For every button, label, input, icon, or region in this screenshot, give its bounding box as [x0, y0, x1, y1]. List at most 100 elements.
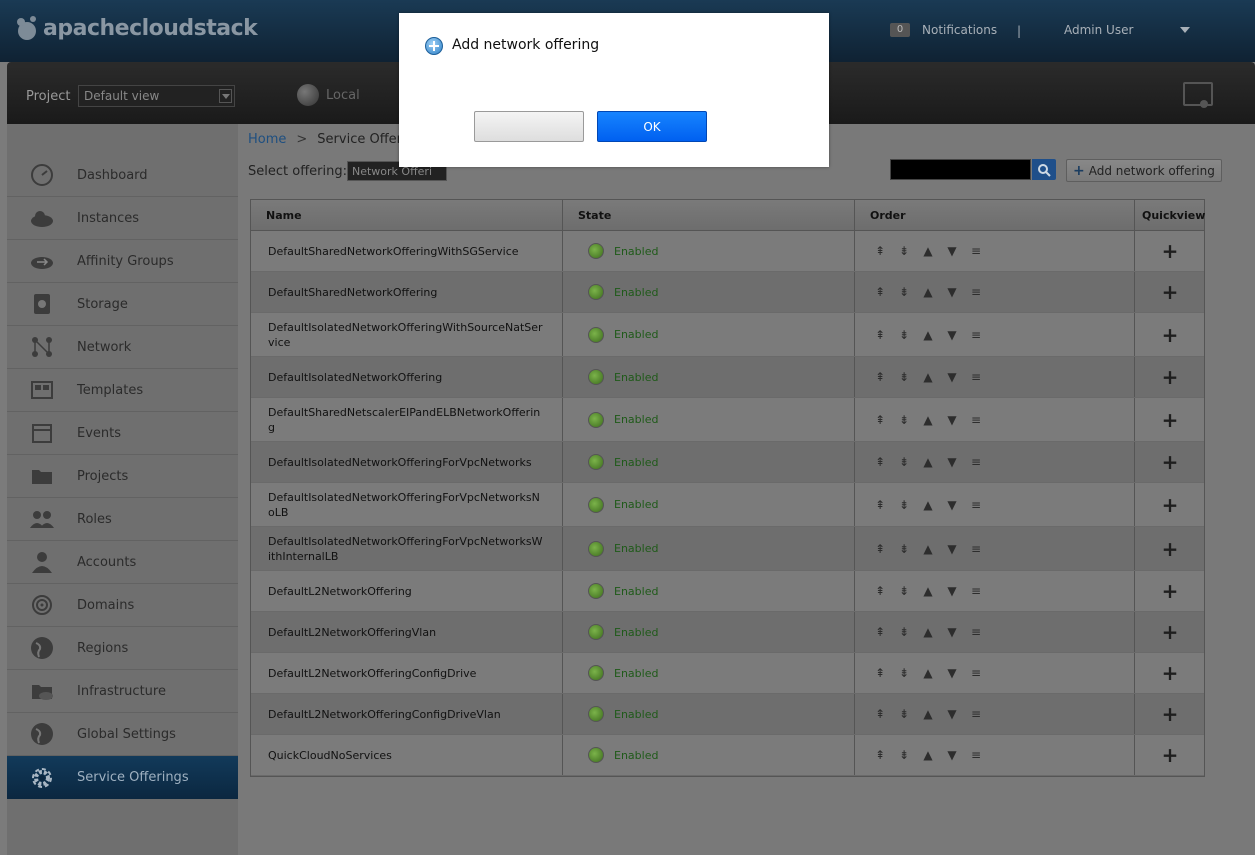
- offering-name[interactable]: DefaultIsolatedNetworkOffering: [251, 357, 563, 397]
- dialog-cancel-button[interactable]: [474, 111, 584, 142]
- offering-name[interactable]: DefaultL2NetworkOfferingConfigDriveVlan: [251, 694, 563, 734]
- sidebar-item-roles[interactable]: Roles: [7, 498, 238, 541]
- table-row[interactable]: DefaultSharedNetscalerEIPandELBNetworkOf…: [251, 398, 1204, 442]
- table-row[interactable]: DefaultL2NetworkOfferingConfigDrive Enabl…: [251, 653, 1204, 694]
- offering-name[interactable]: DefaultL2NetworkOfferingVlan: [251, 612, 563, 652]
- move-bottom-icon[interactable]: ⇟: [896, 455, 912, 469]
- dialog-ok-button[interactable]: OK: [597, 111, 707, 142]
- move-down-icon[interactable]: ▼: [944, 328, 960, 342]
- move-down-icon[interactable]: ▼: [944, 707, 960, 721]
- move-bottom-icon[interactable]: ⇟: [896, 244, 912, 258]
- move-down-icon[interactable]: ▼: [944, 748, 960, 762]
- table-row[interactable]: DefaultL2NetworkOfferingConfigDriveVlan E…: [251, 694, 1204, 735]
- quickview-plus-icon[interactable]: +: [1162, 323, 1179, 347]
- drag-handle-icon[interactable]: ≡: [968, 455, 984, 469]
- drag-handle-icon[interactable]: ≡: [968, 625, 984, 639]
- move-up-icon[interactable]: ▲: [920, 285, 936, 299]
- sidebar-item-instances[interactable]: Instances: [7, 197, 238, 240]
- offering-name[interactable]: DefaultIsolatedNetworkOfferingForVpcNetw…: [251, 483, 563, 526]
- move-down-icon[interactable]: ▼: [944, 455, 960, 469]
- sidebar-item-infrastructure[interactable]: Infrastructure: [7, 670, 238, 713]
- move-bottom-icon[interactable]: ⇟: [896, 625, 912, 639]
- move-top-icon[interactable]: ⇞: [872, 748, 888, 762]
- move-up-icon[interactable]: ▲: [920, 498, 936, 512]
- move-top-icon[interactable]: ⇞: [872, 584, 888, 598]
- move-top-icon[interactable]: ⇞: [872, 244, 888, 258]
- zone-selector[interactable]: Local: [297, 84, 360, 106]
- move-bottom-icon[interactable]: ⇟: [896, 666, 912, 680]
- move-top-icon[interactable]: ⇞: [872, 370, 888, 384]
- table-row[interactable]: QuickCloudNoServices Enabled ⇞ ⇟ ▲ ▼ ≡ +: [251, 735, 1204, 776]
- table-row[interactable]: DefaultL2NetworkOfferingVlan Enabled ⇞ ⇟ ▲ ▼ ≡…: [251, 612, 1204, 653]
- sidebar-item-storage[interactable]: Storage: [7, 283, 238, 326]
- sidebar-item-regions[interactable]: Regions: [7, 627, 238, 670]
- move-top-icon[interactable]: ⇞: [872, 455, 888, 469]
- move-bottom-icon[interactable]: ⇟: [896, 584, 912, 598]
- search-button[interactable]: [1032, 159, 1056, 180]
- offering-name[interactable]: DefaultIsolatedNetworkOfferingForVpcNetw…: [251, 442, 563, 482]
- sidebar-item-service-offerings[interactable]: Service Offerings: [7, 756, 238, 799]
- table-row[interactable]: DefaultIsolatedNetworkOffering Enabled ⇞ ⇟ ▲…: [251, 357, 1204, 398]
- sidebar-item-events[interactable]: Events: [7, 412, 238, 455]
- sidebar-item-projects[interactable]: Projects: [7, 455, 238, 498]
- offering-name[interactable]: DefaultSharedNetworkOffering: [251, 272, 563, 312]
- move-up-icon[interactable]: ▲: [920, 625, 936, 639]
- move-up-icon[interactable]: ▲: [920, 244, 936, 258]
- drag-handle-icon[interactable]: ≡: [968, 707, 984, 721]
- quickview-plus-icon[interactable]: +: [1162, 702, 1179, 726]
- drag-handle-icon[interactable]: ≡: [968, 370, 984, 384]
- breadcrumb-home[interactable]: Home: [248, 132, 286, 147]
- offering-name[interactable]: DefaultL2NetworkOffering: [251, 571, 563, 611]
- drag-handle-icon[interactable]: ≡: [968, 542, 984, 556]
- cloudstack-logo[interactable]: apachecloudstack: [12, 12, 258, 44]
- quickview-plus-icon[interactable]: +: [1162, 450, 1179, 474]
- drag-handle-icon[interactable]: ≡: [968, 413, 984, 427]
- move-down-icon[interactable]: ▼: [944, 244, 960, 258]
- drag-handle-icon[interactable]: ≡: [968, 244, 984, 258]
- sidebar-item-templates[interactable]: Templates: [7, 369, 238, 412]
- quickview-plus-icon[interactable]: +: [1162, 365, 1179, 389]
- table-row[interactable]: DefaultIsolatedNetworkOfferingForVpcNetw…: [251, 442, 1204, 483]
- move-bottom-icon[interactable]: ⇟: [896, 542, 912, 556]
- move-top-icon[interactable]: ⇞: [872, 707, 888, 721]
- move-up-icon[interactable]: ▲: [920, 666, 936, 680]
- move-down-icon[interactable]: ▼: [944, 625, 960, 639]
- table-row[interactable]: DefaultIsolatedNetworkOfferingForVpcNetw…: [251, 527, 1204, 571]
- drag-handle-icon[interactable]: ≡: [968, 328, 984, 342]
- search-input[interactable]: [890, 159, 1031, 180]
- move-down-icon[interactable]: ▼: [944, 542, 960, 556]
- move-top-icon[interactable]: ⇞: [872, 328, 888, 342]
- move-up-icon[interactable]: ▲: [920, 413, 936, 427]
- quickview-plus-icon[interactable]: +: [1162, 408, 1179, 432]
- table-row[interactable]: DefaultSharedNetworkOfferingWithSGServic…: [251, 231, 1204, 272]
- quickview-plus-icon[interactable]: +: [1162, 579, 1179, 603]
- sidebar-item-global-settings[interactable]: Global Settings: [7, 713, 238, 756]
- drag-handle-icon[interactable]: ≡: [968, 285, 984, 299]
- move-bottom-icon[interactable]: ⇟: [896, 328, 912, 342]
- quickview-plus-icon[interactable]: +: [1162, 239, 1179, 263]
- move-top-icon[interactable]: ⇞: [872, 625, 888, 639]
- table-row[interactable]: DefaultSharedNetworkOffering Enabled ⇞ ⇟ ▲ ▼ ≡…: [251, 272, 1204, 313]
- offering-name[interactable]: DefaultSharedNetscalerEIPandELBNetworkOf…: [251, 398, 563, 441]
- move-bottom-icon[interactable]: ⇟: [896, 413, 912, 427]
- offering-name[interactable]: DefaultIsolatedNetworkOfferingForVpcNetw…: [251, 527, 563, 570]
- move-down-icon[interactable]: ▼: [944, 498, 960, 512]
- move-top-icon[interactable]: ⇞: [872, 666, 888, 680]
- move-up-icon[interactable]: ▲: [920, 328, 936, 342]
- move-down-icon[interactable]: ▼: [944, 584, 960, 598]
- sidebar-item-domains[interactable]: Domains: [7, 584, 238, 627]
- project-select[interactable]: Default view: [78, 85, 235, 107]
- move-up-icon[interactable]: ▲: [920, 748, 936, 762]
- move-up-icon[interactable]: ▲: [920, 542, 936, 556]
- quickview-plus-icon[interactable]: +: [1162, 280, 1179, 304]
- offering-name[interactable]: DefaultSharedNetworkOfferingWithSGServic…: [251, 231, 563, 271]
- offering-name[interactable]: DefaultL2NetworkOfferingConfigDrive: [251, 653, 563, 693]
- drag-handle-icon[interactable]: ≡: [968, 748, 984, 762]
- column-header-state[interactable]: State: [563, 200, 855, 231]
- quickview-plus-icon[interactable]: +: [1162, 743, 1179, 767]
- move-bottom-icon[interactable]: ⇟: [896, 370, 912, 384]
- quickview-plus-icon[interactable]: +: [1162, 661, 1179, 685]
- move-top-icon[interactable]: ⇞: [872, 542, 888, 556]
- column-header-name[interactable]: Name: [251, 200, 563, 231]
- move-top-icon[interactable]: ⇞: [872, 498, 888, 512]
